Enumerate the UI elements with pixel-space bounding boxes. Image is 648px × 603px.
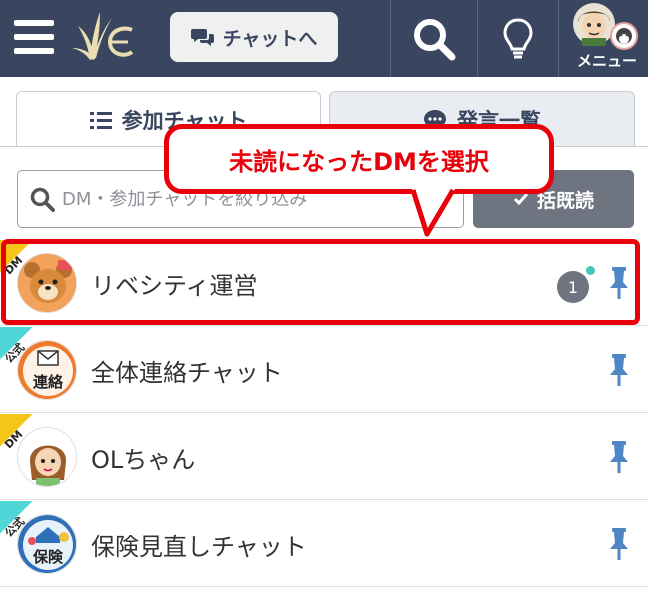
user-menu-button[interactable]: メニュー xyxy=(566,0,648,77)
search-button[interactable] xyxy=(391,0,477,77)
user-avatar xyxy=(573,3,638,50)
chat-list-item[interactable]: 公式 保険 保険見直しチャット xyxy=(0,501,648,587)
chat-name: OLちゃん xyxy=(91,446,196,474)
header-divider xyxy=(558,0,559,77)
list-icon xyxy=(89,111,112,129)
lightbulb-icon xyxy=(503,17,533,58)
tips-button[interactable] xyxy=(478,0,558,77)
highlight-box xyxy=(1,239,640,325)
chat-list-item[interactable]: DM OLちゃん xyxy=(0,414,648,500)
callout-tail xyxy=(410,186,457,237)
callout-text: 未読になったDMを選択 xyxy=(229,147,489,176)
avatar-text: 連絡 xyxy=(32,373,63,391)
chat-name: 保険見直しチャット xyxy=(91,533,307,561)
avatar-text: 保険 xyxy=(32,548,63,566)
chat-avatar xyxy=(17,427,77,487)
chat-list-item[interactable]: 公式 連絡 全体連絡チャット xyxy=(0,327,648,413)
chat-name: 全体連絡チャット xyxy=(91,359,283,387)
top-header: チャットへ メニュー xyxy=(0,0,648,77)
search-icon xyxy=(30,187,55,212)
chat-avatar: 保険 xyxy=(17,514,77,574)
search-icon xyxy=(414,18,456,60)
instruction-callout: 未読になったDMを選択 xyxy=(164,124,554,194)
go-to-chat-button[interactable]: チャットへ xyxy=(170,12,338,62)
go-to-chat-label: チャットへ xyxy=(222,27,318,50)
app-logo[interactable] xyxy=(70,8,140,68)
pin-icon[interactable] xyxy=(607,440,631,478)
pin-icon[interactable] xyxy=(607,353,631,391)
menu-label: メニュー xyxy=(576,52,637,70)
hamburger-menu-icon[interactable] xyxy=(14,18,54,56)
chat-bubbles-icon xyxy=(190,29,214,46)
chat-avatar: 連絡 xyxy=(17,340,77,400)
pin-icon[interactable] xyxy=(607,527,631,565)
